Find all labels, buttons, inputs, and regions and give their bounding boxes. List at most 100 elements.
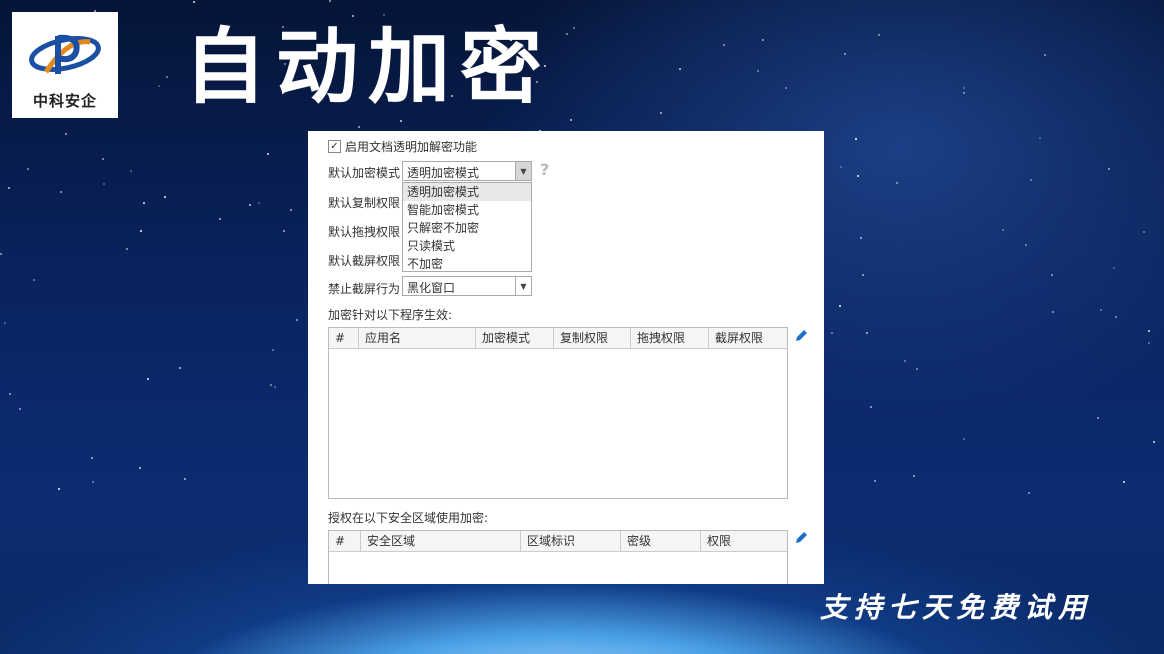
chevron-down-icon[interactable]: ▼ bbox=[515, 277, 531, 295]
company-logo: 中科安企 bbox=[12, 12, 118, 118]
star bbox=[840, 166, 842, 168]
star bbox=[1028, 492, 1030, 494]
star bbox=[566, 33, 568, 35]
edit-pencil-icon[interactable] bbox=[794, 531, 808, 545]
star bbox=[866, 332, 868, 334]
star bbox=[757, 70, 759, 72]
star bbox=[878, 34, 880, 36]
programs-table[interactable]: # 应用名 加密模式 复制权限 拖拽权限 截屏权限 bbox=[328, 327, 788, 499]
star bbox=[1051, 274, 1053, 276]
star bbox=[0, 253, 2, 255]
star bbox=[963, 87, 965, 89]
star bbox=[58, 488, 60, 490]
star bbox=[272, 349, 274, 351]
enable-encryption-label: 启用文档透明加解密功能 bbox=[345, 140, 478, 154]
star bbox=[660, 112, 662, 114]
logo-text: 中科安企 bbox=[32, 92, 97, 110]
dropdown-option[interactable]: 只读模式 bbox=[403, 237, 531, 255]
star bbox=[963, 92, 965, 94]
star bbox=[126, 248, 128, 250]
star bbox=[296, 319, 298, 321]
star bbox=[573, 27, 575, 29]
screenshot-block-value: 黑化窗口 bbox=[407, 281, 456, 295]
drag-permission-label: 默认拖拽权限 bbox=[328, 225, 401, 239]
default-mode-value: 透明加密模式 bbox=[407, 166, 480, 180]
star bbox=[1115, 316, 1117, 318]
mode-dropdown-list[interactable]: 透明加密模式 智能加密模式 只解密不加密 只读模式 不加密 bbox=[402, 182, 532, 272]
star bbox=[249, 204, 251, 206]
star bbox=[855, 138, 857, 140]
column-header[interactable]: 加密模式 bbox=[476, 328, 554, 348]
star bbox=[860, 237, 862, 239]
star bbox=[913, 475, 915, 477]
star bbox=[140, 230, 142, 232]
star bbox=[1030, 179, 1032, 181]
star bbox=[219, 218, 221, 220]
star bbox=[831, 332, 833, 334]
column-header[interactable]: 权限 bbox=[701, 531, 787, 551]
star bbox=[1108, 168, 1110, 170]
help-icon[interactable]: ? bbox=[540, 160, 549, 179]
star bbox=[329, 0, 331, 2]
star bbox=[1025, 244, 1027, 246]
star bbox=[1148, 330, 1150, 332]
star bbox=[9, 393, 11, 395]
star bbox=[283, 230, 285, 232]
star bbox=[1044, 54, 1046, 56]
star bbox=[184, 478, 186, 480]
star bbox=[267, 153, 269, 155]
star bbox=[91, 457, 93, 459]
star bbox=[839, 305, 841, 307]
column-header[interactable]: # bbox=[329, 328, 359, 348]
edit-pencil-icon[interactable] bbox=[794, 329, 808, 343]
default-mode-label: 默认加密模式 bbox=[328, 166, 401, 180]
star bbox=[679, 68, 681, 70]
star bbox=[290, 209, 292, 211]
star bbox=[19, 408, 21, 410]
dropdown-option[interactable]: 透明加密模式 bbox=[403, 183, 531, 201]
column-header[interactable]: # bbox=[329, 531, 361, 551]
star bbox=[139, 467, 141, 469]
star bbox=[274, 386, 276, 388]
column-header[interactable]: 拖拽权限 bbox=[631, 328, 709, 348]
enable-encryption-checkbox[interactable]: ✓ bbox=[328, 140, 341, 153]
star bbox=[193, 1, 195, 3]
chevron-down-icon[interactable]: ▼ bbox=[515, 162, 531, 180]
star bbox=[1148, 342, 1150, 344]
star bbox=[258, 202, 260, 204]
default-mode-select[interactable]: 透明加密模式 ▼ bbox=[402, 161, 532, 181]
star bbox=[4, 322, 6, 324]
star bbox=[60, 191, 62, 193]
dropdown-option[interactable]: 不加密 bbox=[403, 255, 531, 273]
star bbox=[270, 384, 272, 386]
column-header[interactable]: 复制权限 bbox=[554, 328, 631, 348]
star bbox=[102, 158, 104, 160]
star bbox=[164, 196, 166, 198]
star bbox=[785, 87, 787, 89]
star bbox=[1002, 229, 1004, 231]
column-header[interactable]: 区域标识 bbox=[521, 531, 621, 551]
slide-title: 自动加密 bbox=[184, 20, 553, 115]
column-header[interactable]: 密级 bbox=[621, 531, 701, 551]
screenshot-block-select[interactable]: 黑化窗口 ▼ bbox=[402, 276, 532, 296]
programs-section-label: 加密针对以下程序生效: bbox=[328, 308, 453, 322]
zones-table[interactable]: # 安全区域 区域标识 密级 权限 bbox=[328, 530, 788, 584]
star bbox=[857, 175, 859, 177]
dropdown-option[interactable]: 只解密不加密 bbox=[403, 219, 531, 237]
logo-emblem-icon bbox=[29, 34, 101, 74]
enable-encryption-row[interactable]: ✓ 启用文档透明加解密功能 bbox=[328, 138, 477, 155]
star bbox=[1100, 309, 1102, 311]
star bbox=[1097, 417, 1099, 419]
column-header[interactable]: 截屏权限 bbox=[709, 328, 787, 348]
star bbox=[179, 367, 181, 369]
star bbox=[870, 406, 872, 408]
column-header[interactable]: 安全区域 bbox=[361, 531, 521, 551]
dropdown-option[interactable]: 智能加密模式 bbox=[403, 201, 531, 219]
star bbox=[158, 85, 160, 87]
star bbox=[130, 170, 132, 172]
star bbox=[8, 187, 10, 189]
column-header[interactable]: 应用名 bbox=[359, 328, 476, 348]
star bbox=[27, 168, 29, 170]
star bbox=[844, 53, 846, 55]
star bbox=[358, 126, 360, 128]
